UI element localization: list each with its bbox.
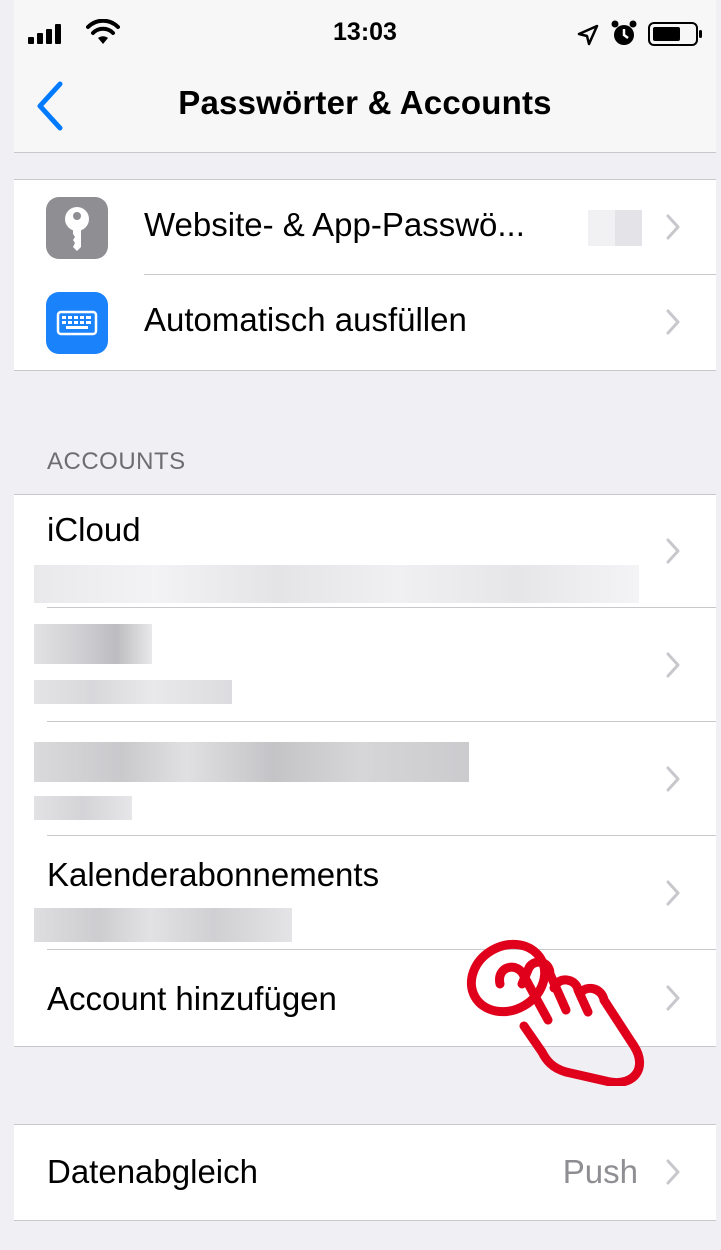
page-title: Passwörter & Accounts: [178, 84, 552, 121]
navigation-bar: Passwörter & Accounts: [14, 60, 716, 153]
chevron-right-icon: [666, 309, 680, 335]
account-row-redacted[interactable]: [14, 608, 716, 722]
account-row-icloud[interactable]: iCloud: [14, 495, 716, 608]
accounts-section-header: ACCOUNTS: [47, 448, 186, 475]
settings-screen: 13:03 Passwörter & Accounts Website- & A…: [14, 0, 716, 1250]
status-bar: 13:03: [14, 0, 716, 60]
fetch-label: Datenabgleich: [47, 1153, 258, 1190]
fetch-new-data-row[interactable]: Datenabgleich Push: [14, 1125, 716, 1220]
redacted-account-detail: [34, 565, 639, 603]
account-name: iCloud: [47, 511, 141, 548]
fetch-value: Push: [562, 1153, 638, 1190]
passwords-group: Website- & App-Passwö... Automatisch aus…: [14, 179, 716, 371]
key-icon: [46, 197, 108, 259]
chevron-right-icon: [666, 766, 680, 792]
location-icon: [577, 24, 599, 46]
chevron-right-icon: [666, 985, 680, 1011]
redacted-account-name: [34, 742, 469, 782]
fetch-group: Datenabgleich Push: [14, 1124, 716, 1221]
tap-hand-icon: [466, 939, 644, 1086]
redacted-account-detail: [34, 908, 292, 942]
account-row-redacted[interactable]: [14, 722, 716, 836]
redacted-account-detail: [34, 796, 132, 820]
battery-icon: [648, 22, 702, 46]
chevron-right-icon: [666, 880, 680, 906]
chevron-right-icon: [666, 1159, 680, 1185]
website-app-passwords-row[interactable]: Website- & App-Passwö...: [14, 180, 716, 275]
redacted-account-detail: [34, 680, 232, 704]
alarm-icon: [611, 20, 637, 45]
autofill-label: Automatisch ausfüllen: [144, 301, 467, 338]
add-account-label: Account hinzufügen: [47, 980, 337, 1017]
redacted-account-name: [34, 624, 152, 664]
keyboard-icon: [46, 292, 108, 354]
chevron-right-icon: [666, 214, 680, 240]
redacted-count: [588, 210, 642, 246]
chevron-right-icon: [666, 538, 680, 564]
chevron-right-icon: [666, 652, 680, 678]
website-app-passwords-label: Website- & App-Passwö...: [144, 206, 525, 243]
account-row-calendar-subscriptions[interactable]: Kalenderabonnements: [14, 836, 716, 950]
account-name: Kalenderabonnements: [47, 856, 380, 893]
autofill-row[interactable]: Automatisch ausfüllen: [14, 275, 716, 370]
